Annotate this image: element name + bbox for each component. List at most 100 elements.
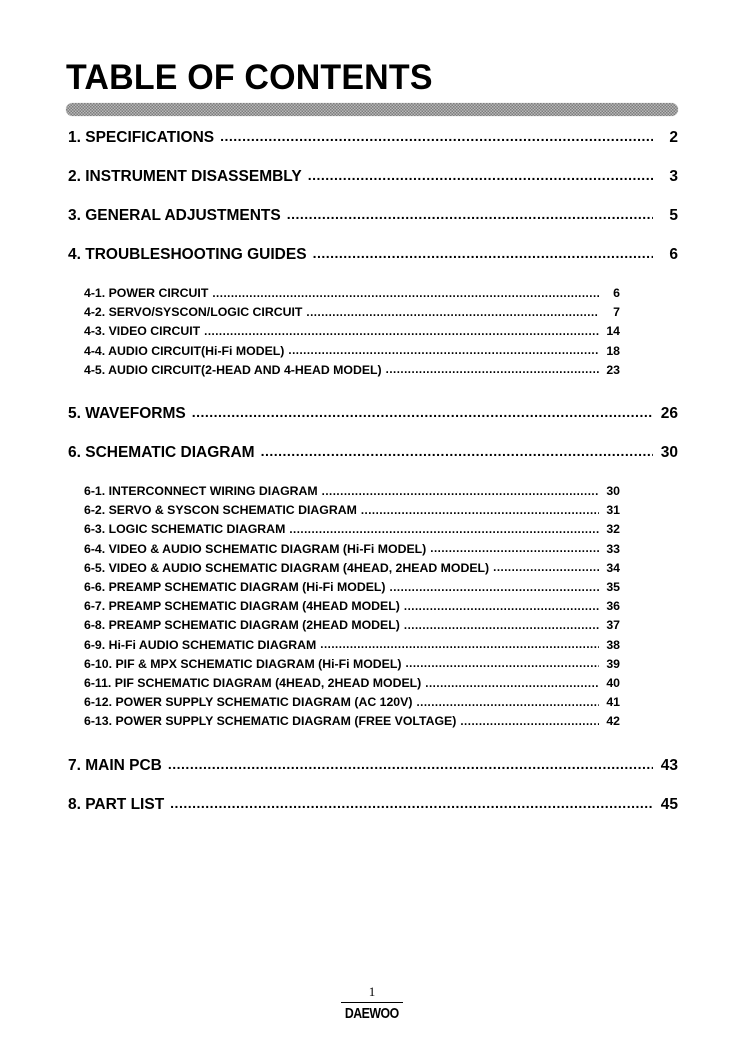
- toc-leader-dots: [386, 362, 599, 374]
- toc-entry-page-number: 42: [606, 714, 620, 729]
- toc-leader-dots: [405, 656, 599, 668]
- toc-entry-sub[interactable]: 6-3. LOGIC SCHEMATIC DIAGRAM 32: [0, 520, 744, 539]
- toc-entry-sub[interactable]: 4-2. SERVO/SYSCON/LOGIC CIRCUIT 7: [0, 303, 744, 322]
- toc-entry-main[interactable]: 3. GENERAL ADJUSTMENTS 5: [0, 206, 744, 225]
- page-footer: 1 DAEWOO: [0, 984, 744, 1023]
- toc-entry-sub[interactable]: 4-1. POWER CIRCUIT 6: [0, 284, 744, 303]
- toc-entry-main[interactable]: 5. WAVEFORMS 26: [0, 404, 744, 423]
- toc-entry-main[interactable]: 2. INSTRUMENT DISASSEMBLY 3: [0, 167, 744, 186]
- toc-entry-label: 1. SPECIFICATIONS: [68, 129, 215, 146]
- toc-entry-sub[interactable]: 6-13. POWER SUPPLY SCHEMATIC DIAGRAM (FR…: [0, 712, 744, 731]
- toc-leader-dots: [313, 245, 653, 259]
- toc-leader-dots: [306, 305, 599, 317]
- toc-entry-main[interactable]: 6. SCHEMATIC DIAGRAM 30: [0, 443, 744, 462]
- toc-entry-page-number: 26: [660, 405, 678, 423]
- toc-entry-sub[interactable]: 6-2. SERVO & SYSCON SCHEMATIC DIAGRAM 31: [0, 501, 744, 520]
- toc-leader-dots: [287, 206, 653, 220]
- toc-leader-dots: [220, 128, 653, 142]
- toc-entry-sub[interactable]: 6-7. PREAMP SCHEMATIC DIAGRAM (4HEAD MOD…: [0, 597, 744, 616]
- toc-entry-page-number: 31: [606, 503, 620, 518]
- toc-leader-dots: [425, 676, 599, 688]
- toc-entry-label: 4-5. AUDIO CIRCUIT(2-HEAD AND 4-HEAD MOD…: [84, 362, 382, 377]
- toc-leader-dots: [361, 503, 599, 515]
- toc-entry-main[interactable]: 8. PART LIST 45: [0, 795, 744, 814]
- toc-leader-dots: [460, 714, 599, 726]
- toc-entry-page-number: 37: [606, 618, 620, 633]
- toc-entry-page-number: 7: [613, 305, 620, 320]
- toc-leader-dots: [404, 618, 599, 630]
- toc-leader-dots: [168, 756, 653, 770]
- toc-entry-sub[interactable]: 4-3. VIDEO CIRCUIT 14: [0, 322, 744, 341]
- toc-entry-label: 6-7. PREAMP SCHEMATIC DIAGRAM (4HEAD MOD…: [84, 599, 400, 614]
- toc-entry-page-number: 35: [606, 580, 620, 595]
- toc-entry-label: 8. PART LIST: [68, 795, 165, 813]
- toc-entry-sub[interactable]: 6-10. PIF & MPX SCHEMATIC DIAGRAM (Hi-Fi…: [0, 655, 744, 674]
- page-canvas: TABLE OF CONTENTS 1. SPECIFICATIONS 2 2. I…: [0, 0, 744, 1053]
- toc-entry-page-number: 32: [606, 522, 620, 537]
- toc-entry-page-number: 30: [660, 444, 678, 462]
- toc-entry-sub[interactable]: 4-4. AUDIO CIRCUIT(Hi-Fi MODEL) 18: [0, 342, 744, 361]
- toc-entry-page-number: 23: [606, 362, 620, 377]
- toc-leader-dots: [212, 286, 599, 298]
- toc-entry-sub[interactable]: 6-8. PREAMP SCHEMATIC DIAGRAM (2HEAD MOD…: [0, 616, 744, 635]
- footer-page-number: 1: [368, 984, 376, 999]
- toc-entry-label: 6-5. VIDEO & AUDIO SCHEMATIC DIAGRAM (4H…: [84, 560, 490, 575]
- toc-leader-dots: [320, 637, 599, 649]
- toc-list: 1. SPECIFICATIONS 2 2. INSTRUMENT DISASSEM…: [0, 128, 744, 834]
- toc-entry-sub[interactable]: 6-1. INTERCONNECT WIRING DIAGRAM 30: [0, 482, 744, 501]
- toc-leader-dots: [322, 484, 599, 496]
- toc-leader-dots: [261, 443, 653, 457]
- toc-entry-page-number: 43: [660, 756, 678, 774]
- daewoo-logo: DAEWOO: [345, 1005, 399, 1022]
- toc-entry-label: 4-3. VIDEO CIRCUIT: [84, 324, 201, 339]
- toc-entry-page-number: 33: [606, 541, 620, 556]
- toc-leader-dots: [288, 343, 599, 355]
- toc-entry-page-number: 30: [606, 484, 620, 499]
- toc-leader-dots: [404, 599, 599, 611]
- toc-entry-label: 6-8. PREAMP SCHEMATIC DIAGRAM (2HEAD MOD…: [84, 618, 400, 633]
- title-divider-bar: [66, 103, 678, 116]
- toc-entry-label: 5. WAVEFORMS: [68, 405, 186, 423]
- page-title: TABLE OF CONTENTS: [66, 58, 433, 97]
- toc-entry-label: 6-9. Hi-Fi AUDIO SCHEMATIC DIAGRAM: [84, 637, 317, 652]
- toc-entry-label: 4-1. POWER CIRCUIT: [84, 286, 209, 300]
- toc-entry-sub[interactable]: 6-12. POWER SUPPLY SCHEMATIC DIAGRAM (AC…: [0, 693, 744, 712]
- toc-entry-sub[interactable]: 6-9. Hi-Fi AUDIO SCHEMATIC DIAGRAM 38: [0, 636, 744, 655]
- toc-leader-dots: [204, 324, 599, 336]
- toc-entry-page-number: 18: [606, 343, 620, 358]
- toc-leader-dots: [416, 695, 599, 707]
- toc-entry-page-number: 34: [606, 560, 620, 575]
- toc-entry-page-number: 14: [606, 324, 620, 339]
- toc-entry-label: 3. GENERAL ADJUSTMENTS: [68, 207, 281, 224]
- toc-entry-label: 6-11. PIF SCHEMATIC DIAGRAM (4HEAD, 2HEA…: [84, 676, 422, 691]
- toc-entry-sub[interactable]: 4-5. AUDIO CIRCUIT(2-HEAD AND 4-HEAD MOD…: [0, 361, 744, 380]
- toc-entry-sub[interactable]: 6-5. VIDEO & AUDIO SCHEMATIC DIAGRAM (4H…: [0, 559, 744, 578]
- toc-entry-label: 6-13. POWER SUPPLY SCHEMATIC DIAGRAM (FR…: [84, 714, 457, 729]
- toc-leader-dots: [390, 580, 599, 592]
- toc-entry-page-number: 3: [669, 168, 678, 185]
- toc-entry-label: 2. INSTRUMENT DISASSEMBLY: [68, 168, 302, 185]
- toc-entry-label: 6-4. VIDEO & AUDIO SCHEMATIC DIAGRAM (Hi…: [84, 541, 427, 556]
- toc-entry-label: 6-3. LOGIC SCHEMATIC DIAGRAM: [84, 522, 286, 537]
- toc-entry-main[interactable]: 1. SPECIFICATIONS 2: [0, 128, 744, 147]
- toc-entry-label: 6. SCHEMATIC DIAGRAM: [68, 444, 255, 462]
- toc-entry-page-number: 38: [606, 637, 620, 652]
- toc-leader-dots: [493, 560, 599, 572]
- toc-entry-page-number: 39: [606, 656, 620, 671]
- toc-entry-page-number: 6: [669, 246, 678, 263]
- toc-entry-main[interactable]: 7. MAIN PCB 43: [0, 756, 744, 775]
- footer-divider: [341, 1002, 403, 1003]
- toc-entry-page-number: 41: [606, 695, 620, 710]
- toc-entry-sub[interactable]: 6-11. PIF SCHEMATIC DIAGRAM (4HEAD, 2HEA…: [0, 674, 744, 693]
- toc-entry-page-number: 36: [606, 599, 620, 614]
- toc-entry-label: 6-6. PREAMP SCHEMATIC DIAGRAM (Hi-Fi MOD…: [84, 580, 386, 595]
- toc-entry-main[interactable]: 4. TROUBLESHOOTING GUIDES 6: [0, 245, 744, 264]
- toc-leader-dots: [430, 541, 599, 553]
- toc-entry-label: 4-2. SERVO/SYSCON/LOGIC CIRCUIT: [84, 305, 303, 320]
- toc-entry-label: 6-2. SERVO & SYSCON SCHEMATIC DIAGRAM: [84, 503, 357, 518]
- toc-entry-sub[interactable]: 6-4. VIDEO & AUDIO SCHEMATIC DIAGRAM (Hi…: [0, 540, 744, 559]
- toc-entry-sub[interactable]: 6-6. PREAMP SCHEMATIC DIAGRAM (Hi-Fi MOD…: [0, 578, 744, 597]
- toc-entry-label: 4. TROUBLESHOOTING GUIDES: [68, 246, 307, 263]
- toc-entry-page-number: 5: [669, 207, 678, 224]
- toc-leader-dots: [170, 795, 653, 809]
